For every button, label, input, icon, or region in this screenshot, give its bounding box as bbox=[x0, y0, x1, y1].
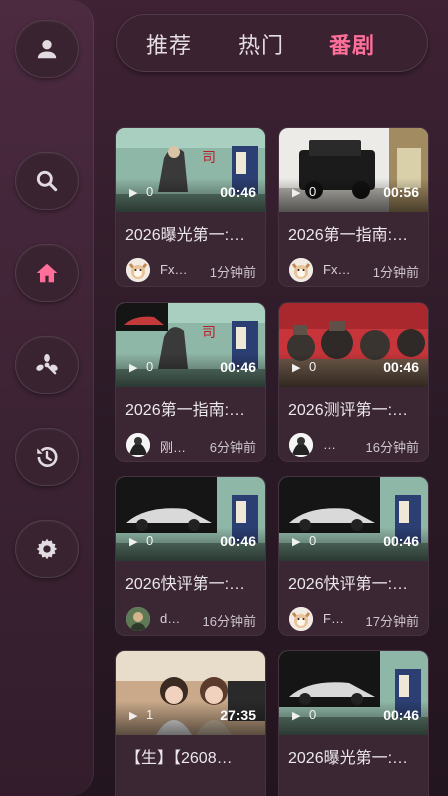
tab-recommend[interactable]: 推荐 bbox=[146, 28, 192, 60]
pinwheel-icon bbox=[36, 354, 58, 375]
gear-icon bbox=[36, 538, 58, 560]
video-card[interactable]: ▶ 0 00:46 2026测评第一:… … 16分钟前 bbox=[278, 302, 429, 462]
search-icon bbox=[36, 170, 58, 192]
author-avatar[interactable] bbox=[126, 258, 150, 282]
video-title[interactable]: 2026测评第一:… bbox=[288, 396, 424, 420]
category-tabs: 推荐 热门 番剧 bbox=[116, 14, 428, 72]
play-icon: ▶ bbox=[129, 536, 138, 548]
view-count: 0 bbox=[309, 707, 317, 722]
video-card[interactable]: ▶ 0 00:46 2026快评第一:… F… 17分钟前 bbox=[278, 476, 429, 636]
play-icon: ▶ bbox=[292, 536, 301, 548]
video-card[interactable]: ▶ 0 00:46 2026曝光第一:… bbox=[278, 650, 429, 796]
settings-button[interactable] bbox=[15, 520, 79, 578]
view-count: 0 bbox=[309, 533, 317, 548]
video-title[interactable]: 2026第一指南:… bbox=[288, 221, 424, 245]
video-card[interactable]: ▶ 0 00:46 2026快评第一:… d… 16分钟前 bbox=[115, 476, 266, 636]
author-name[interactable]: … bbox=[323, 437, 353, 452]
video-title[interactable]: 2026曝光第一:… bbox=[125, 221, 261, 245]
video-title[interactable]: 【生】【2608… bbox=[125, 744, 261, 768]
author-avatar[interactable] bbox=[289, 433, 313, 457]
history-button[interactable] bbox=[15, 428, 79, 486]
play-icon: ▶ bbox=[129, 187, 138, 199]
home-icon bbox=[36, 263, 58, 283]
author-name[interactable]: F… bbox=[323, 611, 353, 626]
play-icon: ▶ bbox=[292, 362, 301, 374]
video-title[interactable]: 2026曝光第一:… bbox=[288, 744, 424, 768]
svg-text:司: 司 bbox=[202, 325, 216, 341]
author-name[interactable]: Fx… bbox=[160, 262, 190, 277]
view-count: 0 bbox=[146, 533, 154, 548]
upload-time: 16分钟前 bbox=[202, 614, 256, 629]
view-count: 0 bbox=[309, 184, 317, 199]
upload-time: 1分钟前 bbox=[372, 265, 419, 280]
view-count: 0 bbox=[146, 359, 154, 374]
user-icon bbox=[37, 40, 57, 59]
video-duration: 00:46 bbox=[220, 184, 256, 200]
tab-anime[interactable]: 番剧 bbox=[329, 28, 375, 60]
video-title[interactable]: 2026快评第一:… bbox=[288, 570, 424, 594]
video-duration: 00:46 bbox=[220, 533, 256, 549]
search-button[interactable] bbox=[15, 152, 79, 210]
video-card[interactable]: 司 ▶ 0 00:46 2026第一指南:… 刚… 6分钟前 bbox=[115, 302, 266, 462]
video-card[interactable]: 司 ▶ 0 00:46 2026曝光第一:… Fx… 1分钟前 bbox=[115, 127, 266, 287]
upload-time: 1分钟前 bbox=[209, 265, 256, 280]
author-avatar[interactable] bbox=[289, 607, 313, 631]
author-avatar[interactable] bbox=[289, 258, 313, 282]
upload-time: 16分钟前 bbox=[365, 440, 419, 455]
upload-time: 17分钟前 bbox=[365, 614, 419, 629]
tab-hot[interactable]: 热门 bbox=[238, 28, 284, 60]
video-duration: 00:46 bbox=[383, 707, 419, 723]
svg-text:司: 司 bbox=[202, 150, 216, 166]
video-title[interactable]: 2026快评第一:… bbox=[125, 570, 261, 594]
video-card[interactable]: ▶ 1 27:35 【生】【2608… bbox=[115, 650, 266, 796]
play-icon: ▶ bbox=[292, 187, 301, 199]
author-name[interactable]: 刚… bbox=[160, 437, 190, 456]
home-button[interactable] bbox=[15, 244, 79, 302]
discover-button[interactable] bbox=[15, 336, 79, 394]
author-name[interactable]: d… bbox=[160, 611, 190, 626]
video-duration: 00:46 bbox=[383, 533, 419, 549]
sidebar bbox=[0, 0, 94, 796]
profile-button[interactable] bbox=[15, 20, 79, 78]
history-icon bbox=[37, 447, 58, 467]
upload-time: 6分钟前 bbox=[209, 440, 256, 455]
video-duration: 00:46 bbox=[383, 359, 419, 375]
video-card[interactable]: ▶ 0 00:56 2026第一指南:… Fx… 1分钟前 bbox=[278, 127, 429, 287]
view-count: 0 bbox=[309, 359, 317, 374]
video-duration: 00:56 bbox=[383, 184, 419, 200]
video-duration: 00:46 bbox=[220, 359, 256, 375]
video-duration: 27:35 bbox=[220, 707, 256, 723]
author-name[interactable]: Fx… bbox=[323, 262, 353, 277]
play-icon: ▶ bbox=[129, 362, 138, 374]
play-icon: ▶ bbox=[292, 710, 301, 722]
video-title[interactable]: 2026第一指南:… bbox=[125, 396, 261, 420]
author-avatar[interactable] bbox=[126, 433, 150, 457]
view-count: 1 bbox=[146, 707, 154, 722]
view-count: 0 bbox=[146, 184, 154, 199]
play-icon: ▶ bbox=[129, 710, 138, 722]
author-avatar[interactable] bbox=[126, 607, 150, 631]
